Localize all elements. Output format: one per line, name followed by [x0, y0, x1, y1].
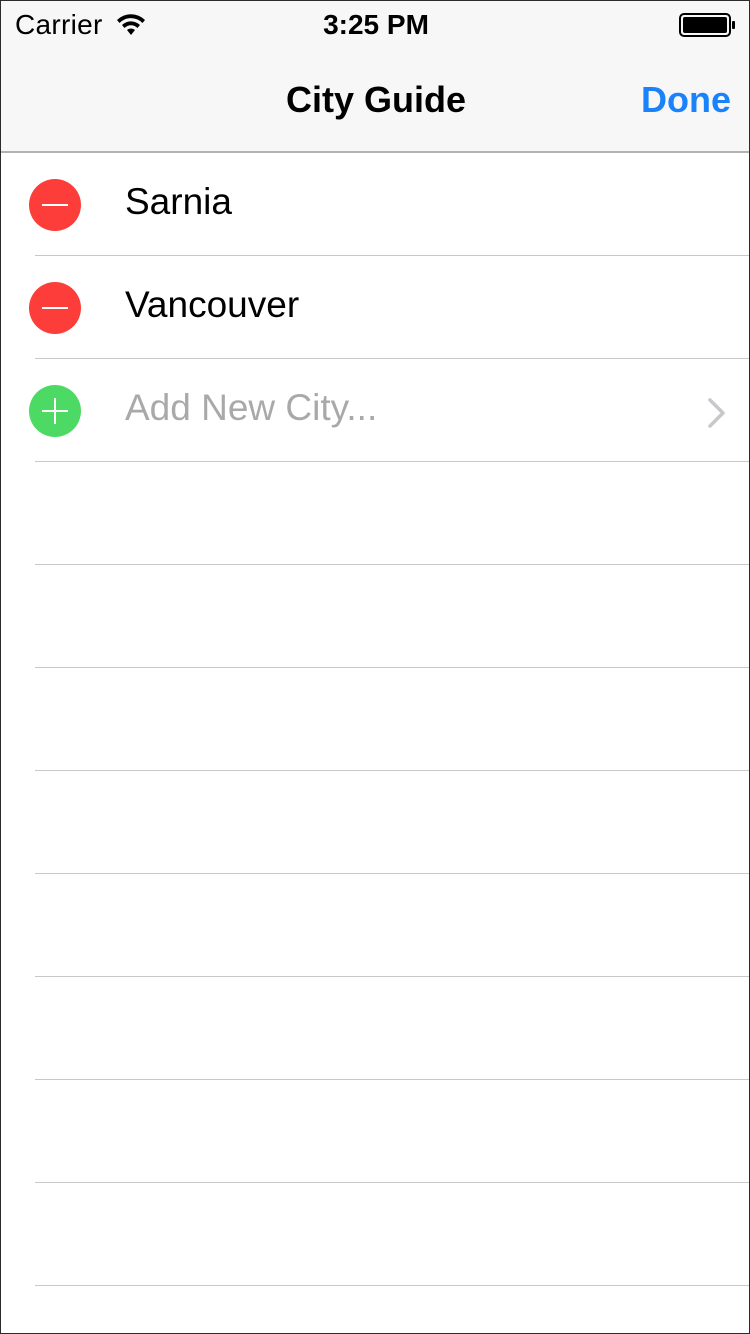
status-bar: Carrier 3:25 PM: [1, 1, 749, 41]
minus-icon: [42, 307, 68, 309]
top-bar: Carrier 3:25 PM City Guide Done: [1, 1, 749, 153]
city-name: Vancouver: [125, 284, 300, 325]
table-row[interactable]: Sarnia: [1, 153, 749, 256]
empty-row: [1, 771, 749, 874]
empty-row: [1, 977, 749, 1080]
page-title: City Guide: [285, 79, 467, 120]
done-button[interactable]: Done: [641, 79, 731, 121]
chevron-right-icon: [708, 398, 725, 428]
empty-row: [1, 874, 749, 977]
city-name: Sarnia: [125, 181, 232, 222]
screen: Carrier 3:25 PM City Guide Done Sarnia V…: [0, 0, 750, 1334]
battery-icon: [679, 13, 735, 37]
delete-control-button[interactable]: [29, 282, 81, 334]
insert-control-button[interactable]: [29, 385, 81, 437]
delete-control-button[interactable]: [29, 179, 81, 231]
add-new-city-row[interactable]: Add New City...: [1, 359, 749, 462]
navigation-bar: City Guide Done: [1, 41, 749, 153]
add-new-city-label: Add New City...: [125, 387, 378, 428]
empty-row: [1, 1183, 749, 1286]
city-table: Sarnia Vancouver Add New City...: [1, 153, 749, 1333]
status-time: 3:25 PM: [323, 9, 429, 40]
empty-row: [1, 565, 749, 668]
empty-row: [1, 1286, 749, 1333]
table-row[interactable]: Vancouver: [1, 256, 749, 359]
empty-row: [1, 462, 749, 565]
empty-row: [1, 1080, 749, 1183]
minus-icon: [42, 204, 68, 206]
empty-row: [1, 668, 749, 771]
